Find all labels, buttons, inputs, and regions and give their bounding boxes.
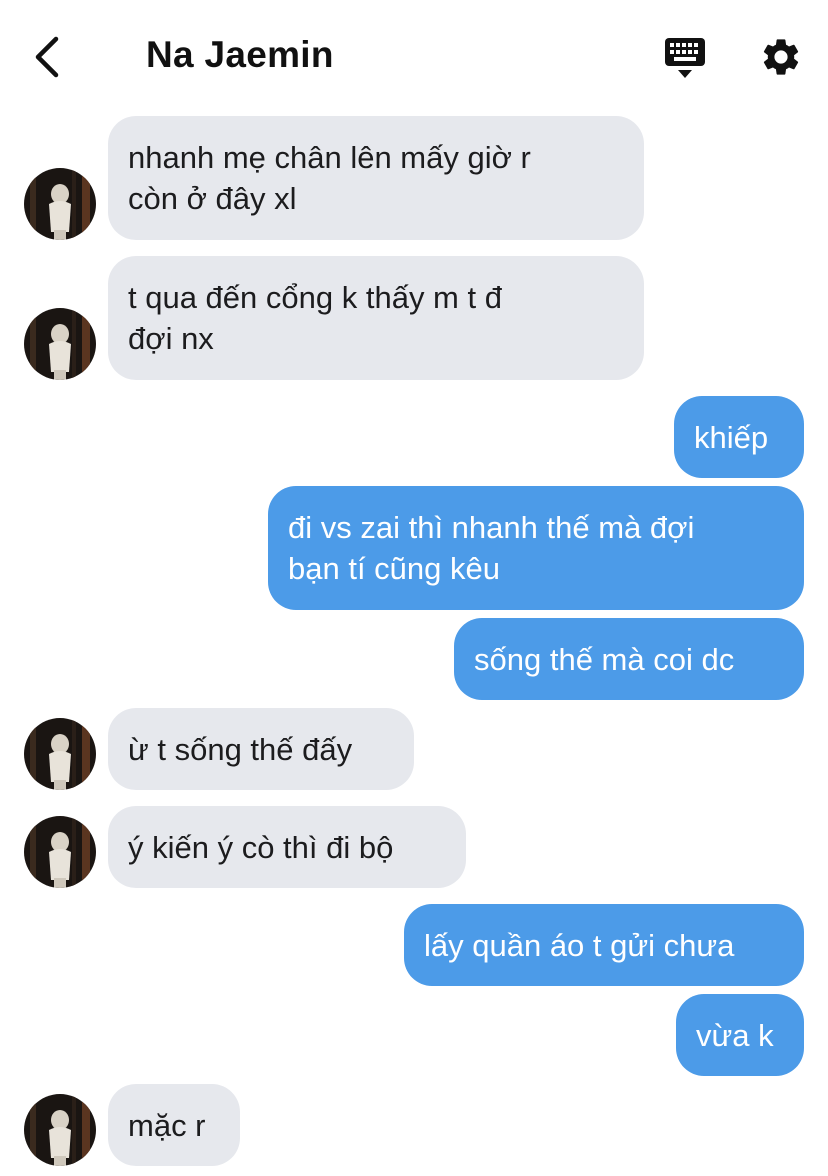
message-bubble-outgoing[interactable]: vừa k [676, 994, 804, 1076]
avatar[interactable] [24, 816, 96, 888]
message-line: ừ t sống thế đấy [128, 732, 353, 767]
message-line: ý kiến ý cò thì đi bộ [128, 830, 394, 865]
message-bubble-outgoing[interactable]: khiếp [674, 396, 804, 478]
message-list[interactable]: nhanh mẹ chân lên mấy giờ r còn ở đây xl… [0, 0, 828, 1176]
contact-photo [24, 168, 96, 240]
contact-photo [24, 1094, 96, 1166]
message-bubble-incoming[interactable]: ý kiến ý cò thì đi bộ [108, 806, 466, 888]
message-line: đợi nx [128, 321, 214, 356]
message-bubble-incoming[interactable]: mặc r [108, 1084, 240, 1166]
message-bubble-outgoing[interactable]: đi vs zai thì nhanh thế mà đợi bạn tí cũ… [268, 486, 804, 610]
message-line: sống thế mà coi dc [474, 642, 735, 677]
message-line: vừa k [696, 1018, 774, 1053]
message-line: nhanh mẹ chân lên mấy giờ r [128, 140, 531, 175]
message-bubble-outgoing[interactable]: sống thế mà coi dc [454, 618, 804, 700]
message-bubble-outgoing[interactable]: lấy quần áo t gửi chưa [404, 904, 804, 986]
message-bubble-incoming[interactable]: ừ t sống thế đấy [108, 708, 414, 790]
message-bubble-incoming[interactable]: t qua đến cổng k thấy m t đ đợi nx [108, 256, 644, 380]
message-line: lấy quần áo t gửi chưa [424, 928, 735, 963]
avatar[interactable] [24, 1094, 96, 1166]
avatar[interactable] [24, 168, 96, 240]
avatar[interactable] [24, 308, 96, 380]
message-line: t qua đến cổng k thấy m t đ [128, 280, 502, 315]
message-line: khiếp [694, 420, 769, 455]
contact-photo [24, 718, 96, 790]
message-bubble-incoming[interactable]: nhanh mẹ chân lên mấy giờ r còn ở đây xl [108, 116, 644, 240]
message-line: còn ở đây xl [128, 181, 297, 216]
avatar[interactable] [24, 718, 96, 790]
message-line: bạn tí cũng kêu [288, 551, 500, 586]
contact-photo [24, 816, 96, 888]
contact-photo [24, 308, 96, 380]
message-line: đi vs zai thì nhanh thế mà đợi [288, 510, 695, 545]
message-line: mặc r [128, 1108, 206, 1143]
